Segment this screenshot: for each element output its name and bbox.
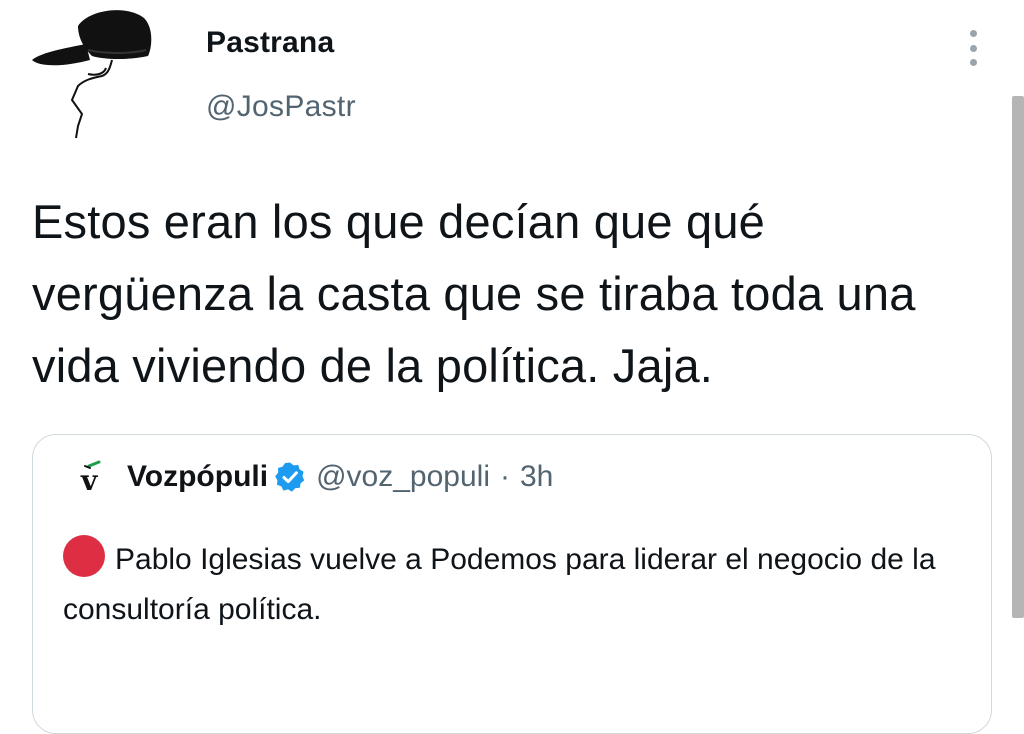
verified-badge-icon <box>275 462 305 492</box>
quoted-tweet-time[interactable]: 3h <box>520 460 553 494</box>
quoted-tweet-text: Pablo Iglesias vuelve a Podemos para lid… <box>63 543 936 626</box>
tweet-text: Estos eran los que decían que qué vergüe… <box>32 195 916 392</box>
quoted-author-handle[interactable]: @voz_populi <box>316 460 490 494</box>
quoted-tweet-body: Pablo Iglesias vuelve a Podemos para lid… <box>63 535 963 635</box>
author-display-name[interactable]: Pastrana <box>206 26 334 60</box>
author-avatar[interactable] <box>26 4 162 144</box>
more-dot <box>969 59 977 66</box>
vozpopuli-logo-icon[interactable]: v <box>77 460 111 497</box>
more-vertical-icon <box>969 30 977 37</box>
quoted-author-display-name[interactable]: Vozpópuli <box>127 460 268 494</box>
quoted-tweet-header: v Vozpópuli @voz_populi · 3h <box>77 457 553 497</box>
separator-dot: · <box>500 460 510 493</box>
more-dot <box>969 44 977 52</box>
more-options-button[interactable] <box>956 26 990 70</box>
scrollbar[interactable] <box>1012 96 1024 618</box>
red-circle-icon <box>63 535 105 577</box>
author-handle[interactable]: @JosPastr <box>206 90 356 124</box>
black-cap-icon <box>32 10 152 139</box>
quoted-tweet-card[interactable]: v Vozpópuli @voz_populi · 3h Pablo Igles… <box>32 434 992 734</box>
